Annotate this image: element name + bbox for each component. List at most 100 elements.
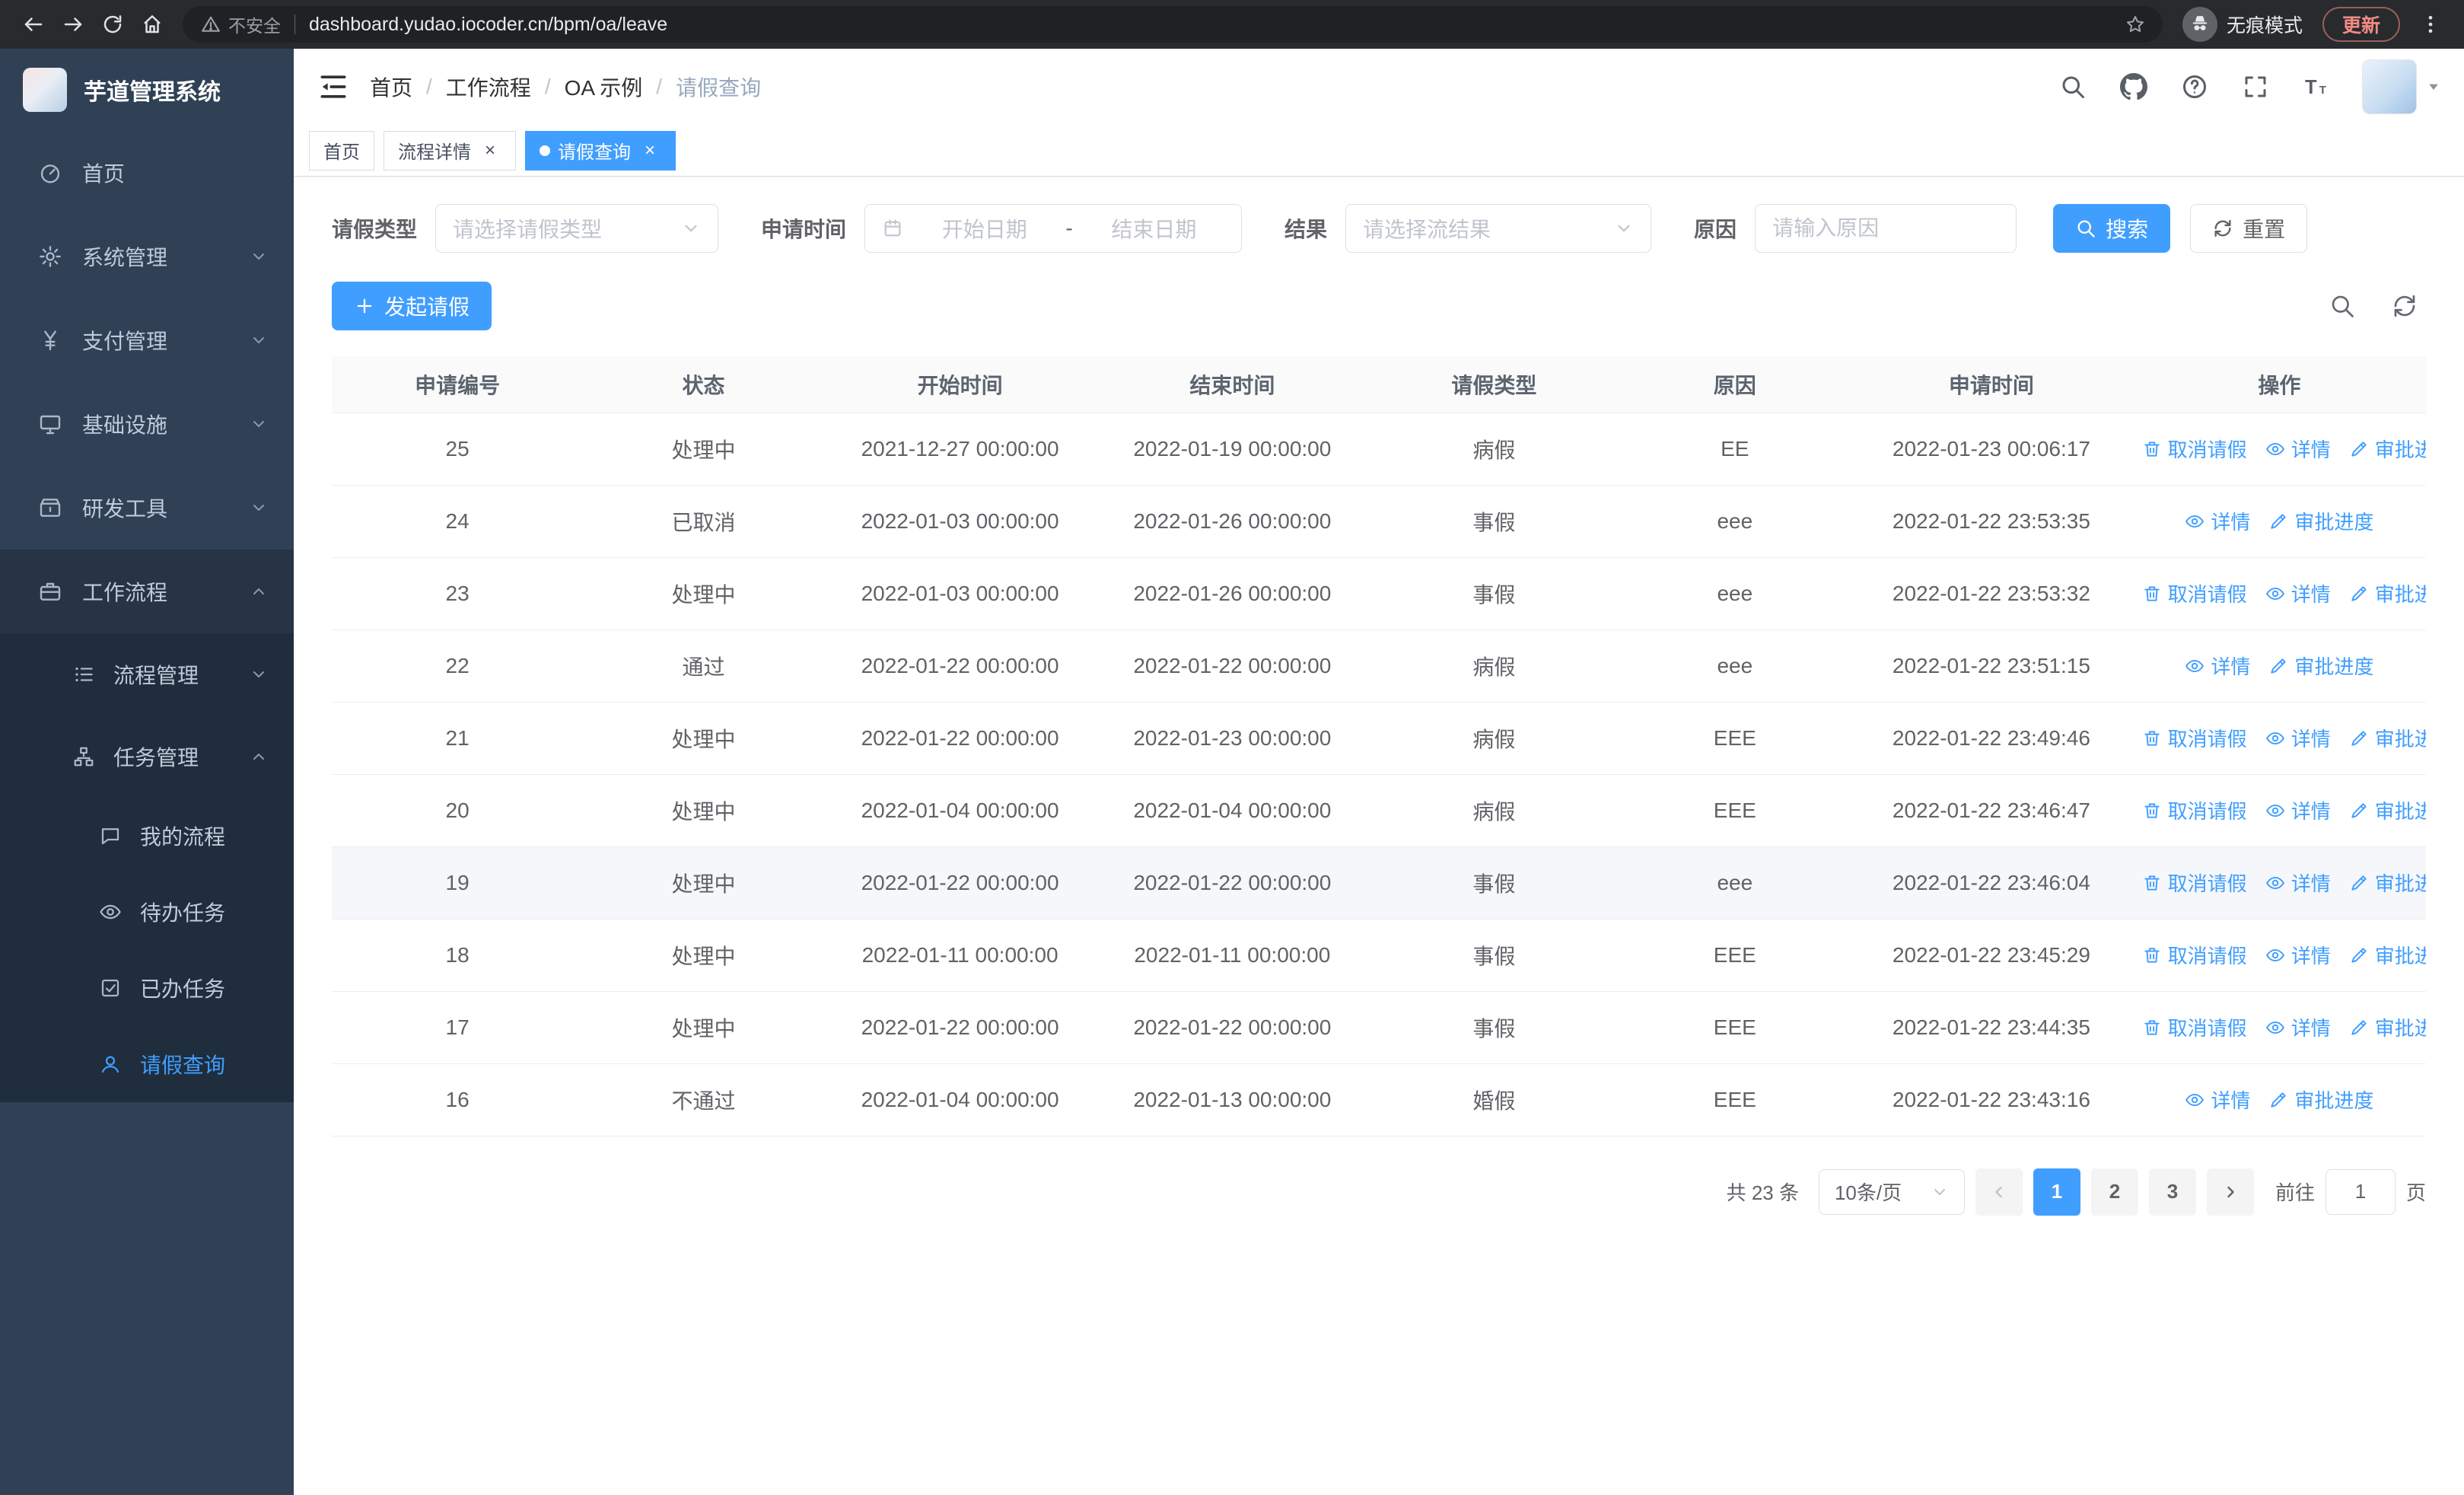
cell-id: 21 (332, 702, 584, 775)
row-action-detail[interactable]: 详情 (2265, 869, 2331, 897)
row-action-cancel[interactable]: 取消请假 (2142, 435, 2247, 463)
tab-process-detail[interactable]: 流程详情 × (384, 130, 516, 171)
cell-leave-type: 事假 (1368, 846, 1620, 920)
row-action-cancel[interactable]: 取消请假 (2142, 1013, 2247, 1041)
row-action-progress[interactable]: 审批进度 (2268, 507, 2373, 535)
cell-end-time: 2022-01-13 00:00:00 (1096, 1063, 1369, 1136)
row-action-progress[interactable]: 审批进度 (2268, 652, 2373, 680)
row-action-progress[interactable]: 审批进度 (2349, 869, 2426, 897)
start-date-placeholder: 开始日期 (941, 218, 1027, 241)
result-select[interactable]: 请选择流结果 (1345, 204, 1652, 253)
sidebar-item-todo-tasks[interactable]: 待办任务 (0, 874, 294, 950)
breadcrumb-item[interactable]: OA 示例 (565, 72, 643, 102)
view-icon (2265, 945, 2285, 965)
next-page-button[interactable] (2206, 1168, 2254, 1216)
tab-home[interactable]: 首页 (309, 130, 374, 171)
hide-search-icon[interactable] (2329, 292, 2356, 320)
sidebar-item-task-management[interactable]: 任务管理 (0, 716, 294, 798)
row-action-progress[interactable]: 审批进度 (2268, 1085, 2373, 1114)
row-action-detail[interactable]: 详情 (2185, 652, 2250, 680)
sidebar-item-my-process[interactable]: 我的流程 (0, 798, 294, 874)
row-action-progress[interactable]: 审批进度 (2349, 941, 2426, 969)
row-action-detail[interactable]: 详情 (2265, 435, 2331, 463)
create-leave-button[interactable]: 发起请假 (332, 282, 492, 330)
row-action-detail[interactable]: 详情 (2185, 1085, 2250, 1114)
row-action-progress[interactable]: 审批进度 (2349, 724, 2426, 752)
row-action-detail[interactable]: 详情 (2265, 724, 2331, 752)
reset-button[interactable]: 重置 (2190, 204, 2308, 253)
row-action-detail[interactable]: 详情 (2265, 941, 2331, 969)
browser-back-button[interactable] (14, 5, 53, 44)
sidebar-item-workflow[interactable]: 工作流程 (0, 550, 294, 633)
row-action-cancel[interactable]: 取消请假 (2142, 724, 2247, 752)
sidebar-item-home[interactable]: 首页 (0, 131, 294, 215)
fullscreen-icon[interactable] (2240, 72, 2271, 102)
chevron-down-icon (250, 665, 268, 684)
cell-actions: 取消请假详情审批进度 (2132, 846, 2426, 920)
goto-page-input[interactable] (2325, 1168, 2396, 1215)
sidebar-item-label: 支付管理 (82, 330, 168, 353)
row-action-progress[interactable]: 审批进度 (2349, 579, 2426, 607)
row-action-detail[interactable]: 详情 (2265, 1013, 2331, 1041)
tab-leave-query[interactable]: 请假查询 × (525, 130, 676, 171)
row-action-detail[interactable]: 详情 (2185, 507, 2250, 535)
browser-reload-button[interactable] (93, 5, 132, 44)
apply-time-range-picker[interactable]: 开始日期 - 结束日期 (864, 204, 1243, 253)
row-action-cancel[interactable]: 取消请假 (2142, 579, 2247, 607)
sidebar-item-payment[interactable]: 支付管理 (0, 298, 294, 382)
search-icon[interactable] (2058, 72, 2088, 102)
search-button[interactable]: 搜索 (2053, 204, 2171, 253)
goto-page: 前往 页 (2275, 1168, 2426, 1215)
leave-type-select[interactable]: 请选择请假类型 (435, 204, 719, 253)
refresh-icon[interactable] (2391, 292, 2418, 320)
toolbox-icon (38, 496, 62, 520)
address-bar[interactable]: 不安全 dashboard.yudao.iocoder.cn/bpm/oa/le… (183, 6, 2163, 43)
sidebar-item-devtools[interactable]: 研发工具 (0, 466, 294, 550)
cell-status: 处理中 (583, 557, 824, 630)
sidebar-item-process-management[interactable]: 流程管理 (0, 633, 294, 716)
cell-apply-time: 2022-01-22 23:46:47 (1850, 774, 2133, 847)
breadcrumb-item[interactable]: 工作流程 (446, 72, 531, 102)
sidebar-item-leave-query[interactable]: 请假查询 (0, 1026, 294, 1102)
row-action-progress[interactable]: 审批进度 (2349, 435, 2426, 463)
table-body: 25 处理中 2021-12-27 00:00:00 2022-01-19 00:00… (332, 413, 2426, 1136)
row-action-cancel[interactable]: 取消请假 (2142, 796, 2247, 824)
user-menu[interactable] (2362, 59, 2441, 114)
avatar[interactable] (2362, 59, 2417, 114)
reason-input[interactable] (1772, 216, 2000, 241)
page-button-2[interactable]: 2 (2090, 1168, 2138, 1216)
github-icon[interactable] (2119, 72, 2149, 102)
table-row: 22 通过 2022-01-22 00:00:00 2022-01-22 00:00:… (332, 630, 2426, 703)
prev-page-button[interactable] (1975, 1168, 2023, 1216)
breadcrumb-item[interactable]: 首页 (370, 72, 412, 102)
font-size-icon[interactable]: TT (2301, 72, 2332, 102)
app-logo[interactable]: 芋道管理系统 (0, 49, 294, 131)
bookmark-star-icon[interactable] (2117, 14, 2154, 35)
row-action-cancel[interactable]: 取消请假 (2142, 869, 2247, 897)
help-icon[interactable] (2179, 72, 2210, 102)
cell-reason: EE (1619, 413, 1851, 486)
page-button-1[interactable]: 1 (2033, 1168, 2080, 1216)
browser-menu-icon[interactable] (2411, 5, 2450, 44)
yen-icon (38, 328, 62, 352)
row-action-detail[interactable]: 详情 (2265, 579, 2331, 607)
tab-close-icon[interactable]: × (638, 139, 661, 162)
row-action-cancel[interactable]: 取消请假 (2142, 941, 2247, 969)
row-action-progress[interactable]: 审批进度 (2349, 1013, 2426, 1041)
sidebar-fold-icon[interactable] (317, 70, 350, 104)
row-action-progress[interactable]: 审批进度 (2349, 796, 2426, 824)
monitor-icon (38, 412, 62, 436)
sidebar-item-done-tasks[interactable]: 已办任务 (0, 950, 294, 1026)
tab-close-icon[interactable]: × (479, 139, 501, 162)
sidebar-item-infrastructure[interactable]: 基础设施 (0, 382, 294, 466)
row-action-detail[interactable]: 详情 (2265, 796, 2331, 824)
page-size-select[interactable]: 10条/页 (1818, 1168, 1965, 1215)
update-button[interactable]: 更新 (2322, 7, 2400, 42)
browser-home-button[interactable] (132, 5, 172, 44)
page-button-3[interactable]: 3 (2148, 1168, 2196, 1216)
cell-actions: 取消请假详情审批进度 (2132, 702, 2426, 775)
browser-forward-button[interactable] (53, 5, 93, 44)
cell-actions: 详情 审批进度 (2132, 485, 2426, 558)
chevron-down-icon (250, 331, 268, 349)
sidebar-item-system[interactable]: 系统管理 (0, 215, 294, 298)
